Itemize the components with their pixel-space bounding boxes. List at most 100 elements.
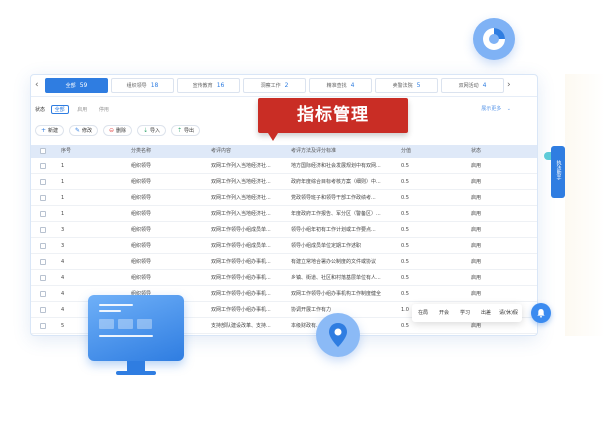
table-row[interactable]: 1 组织领导 双网工作列入当地经济社... 党政领导班子和领导干部工作政绩考... 0.…: [31, 190, 537, 206]
indicator-management-banner: 指标管理: [258, 98, 408, 133]
tab-all[interactable]: 全部 59: [45, 78, 108, 93]
row-checkbox[interactable]: [40, 243, 46, 249]
edit-button[interactable]: ✎ 修改: [69, 125, 99, 136]
quick-business-trip[interactable]: 出差: [481, 304, 491, 322]
cell-category: 组织领导: [131, 227, 152, 233]
table-row[interactable]: 3 组织领导 双网工作领导小组成员单... 领导小组成员单位定期工作述职 0.5 启用: [31, 238, 537, 254]
pencil-icon: ✎: [75, 127, 81, 134]
table-row[interactable]: 1 组织领导 双网工作列入当地经济社... 地方国际经济和社会发展规划中有双网... 0…: [31, 158, 537, 174]
cell-status: 启用: [471, 243, 482, 249]
cell-index: 4: [61, 275, 65, 281]
category-tabbar: ‹ 全部 59 组织领导 18 宣传教育 16 洞察工作 2 精准查找 4 卖警法院 5 双…: [31, 75, 537, 97]
export-icon: ⇡: [177, 127, 183, 134]
header-score: 分值: [401, 148, 412, 154]
attendance-quickbar: 在局 开会 学习 出差 请(休)假: [412, 304, 522, 322]
cell-content: 双网工作领导小组办事机...: [211, 291, 271, 297]
header-content: 考评内容: [211, 148, 232, 154]
import-button[interactable]: ⇣ 导入: [137, 125, 167, 136]
row-checkbox[interactable]: [40, 227, 46, 233]
tab-next-arrow-icon[interactable]: ›: [507, 80, 511, 90]
cell-index: 3: [61, 227, 65, 233]
cell-content: 双网工作领导小组办事机...: [211, 259, 271, 265]
table-row[interactable]: 1 组织领导 双网工作列入当地经济社... 年度政府工作报告、军分区（警备区）... 0…: [31, 206, 537, 222]
row-checkbox[interactable]: [40, 195, 46, 201]
cell-index: 1: [61, 163, 65, 169]
table-row[interactable]: 4 组织领导 双网工作领导小组办事机... 乡镇、街道、社区和村落基层单位有人... 0…: [31, 270, 537, 286]
tab-double-network-activity[interactable]: 双网活动 4: [441, 78, 504, 93]
side-assistant-button[interactable]: 执法助手: [551, 146, 565, 198]
add-button[interactable]: + 新建: [35, 125, 65, 136]
cell-score: 0.5: [401, 211, 409, 217]
cell-score: 0.5: [401, 275, 409, 281]
export-button[interactable]: ⇡ 导出: [171, 125, 201, 136]
cell-status: 启用: [471, 163, 482, 169]
quick-in-office[interactable]: 在局: [418, 304, 428, 322]
tab-publicity-education[interactable]: 宣传教育 16: [177, 78, 240, 93]
cell-status: 启用: [471, 259, 482, 265]
import-icon: ⇣: [143, 127, 149, 134]
monitor-neck: [127, 361, 145, 371]
filter-option-disabled[interactable]: 停用: [96, 106, 112, 113]
notification-bell-icon[interactable]: [531, 303, 551, 323]
cell-content: 双网工作领导小组办事机...: [211, 307, 271, 313]
cell-method: 乡镇、街道、社区和村落基层单位有人...: [291, 275, 381, 281]
banner-title: 指标管理: [297, 105, 369, 125]
filter-option-all[interactable]: 全部: [50, 105, 69, 114]
monitor-illustration-icon: [88, 295, 184, 361]
plus-icon: +: [41, 127, 47, 134]
tab-prev-arrow-icon[interactable]: ‹: [35, 80, 39, 90]
tab-organization-leadership[interactable]: 组织领导 18: [111, 78, 174, 93]
header-category: 分类名称: [131, 148, 152, 154]
cell-category: 组织领导: [131, 211, 152, 217]
chevron-double-down-icon: ⌄: [506, 106, 511, 112]
quick-meeting[interactable]: 开会: [439, 304, 449, 322]
quick-study[interactable]: 学习: [460, 304, 470, 322]
row-checkbox[interactable]: [40, 259, 46, 265]
cell-score: 0.5: [401, 259, 409, 265]
row-checkbox[interactable]: [40, 275, 46, 281]
row-checkbox[interactable]: [40, 163, 46, 169]
cell-category: 组织领导: [131, 259, 152, 265]
cell-method: 有建立常地合署办公制度的文件或协议: [291, 259, 377, 265]
row-checkbox[interactable]: [40, 291, 46, 297]
cell-index: 4: [61, 259, 65, 265]
cell-content: 双网工作列入当地经济社...: [211, 163, 271, 169]
tab-precise-search[interactable]: 精准查找 4: [309, 78, 372, 93]
cell-score: 0.5: [401, 291, 409, 297]
table-row[interactable]: 1 组织领导 双网工作列入当地经济社... 政府年度综合目标考核方案（细则）中... 0…: [31, 174, 537, 190]
cell-content: 双网工作领导小组成员单...: [211, 227, 271, 233]
tab-insight-work[interactable]: 洞察工作 2: [243, 78, 306, 93]
status-filter: 状态 全部 启用 停用: [35, 105, 112, 114]
row-checkbox[interactable]: [40, 179, 46, 185]
tab-court[interactable]: 卖警法院 5: [375, 78, 438, 93]
cell-content: 双网工作列入当地经济社...: [211, 211, 271, 217]
cell-status: 启用: [471, 211, 482, 217]
cell-category: 组织领导: [131, 275, 152, 281]
row-checkbox[interactable]: [40, 323, 46, 329]
filter-option-enabled[interactable]: 启用: [74, 106, 90, 113]
status-filter-label: 状态: [35, 107, 46, 113]
cell-score: 0.5: [401, 243, 409, 249]
cell-category: 组织领导: [131, 195, 152, 201]
cell-index: 3: [61, 243, 65, 249]
show-more-link[interactable]: 展示更多 ⌄: [481, 105, 511, 112]
table-header: 序号 分类名称 考评内容 考评方法及评分标准 分值 状态: [31, 145, 537, 158]
quick-leave[interactable]: 请(休)假: [499, 304, 518, 322]
row-checkbox[interactable]: [40, 211, 46, 217]
import-label: 导入: [150, 128, 161, 134]
delete-button[interactable]: ⊖ 删除: [103, 125, 133, 136]
row-checkbox[interactable]: [40, 307, 46, 313]
cell-status: 启用: [471, 227, 482, 233]
edit-label: 修改: [82, 128, 93, 134]
table-row[interactable]: 4 组织领导 双网工作领导小组办事机... 有建立常地合署办公制度的文件或协议 0.5 启…: [31, 254, 537, 270]
pie-chart-icon: [473, 18, 515, 60]
cell-score: 0.5: [401, 227, 409, 233]
table-row[interactable]: 3 组织领导 双网工作领导小组成员单... 领导小组年初有工作计划或工作要点... 0.…: [31, 222, 537, 238]
header-status: 状态: [471, 148, 482, 154]
cell-method: 党政领导班子和领导干部工作政绩考...: [291, 195, 376, 201]
header-index: 序号: [61, 148, 72, 154]
select-all-checkbox[interactable]: [40, 148, 46, 154]
cell-score: 0.5: [401, 163, 409, 169]
cell-method: 领导小组成员单位定期工作述职: [291, 243, 362, 249]
cell-index: 1: [61, 211, 65, 217]
